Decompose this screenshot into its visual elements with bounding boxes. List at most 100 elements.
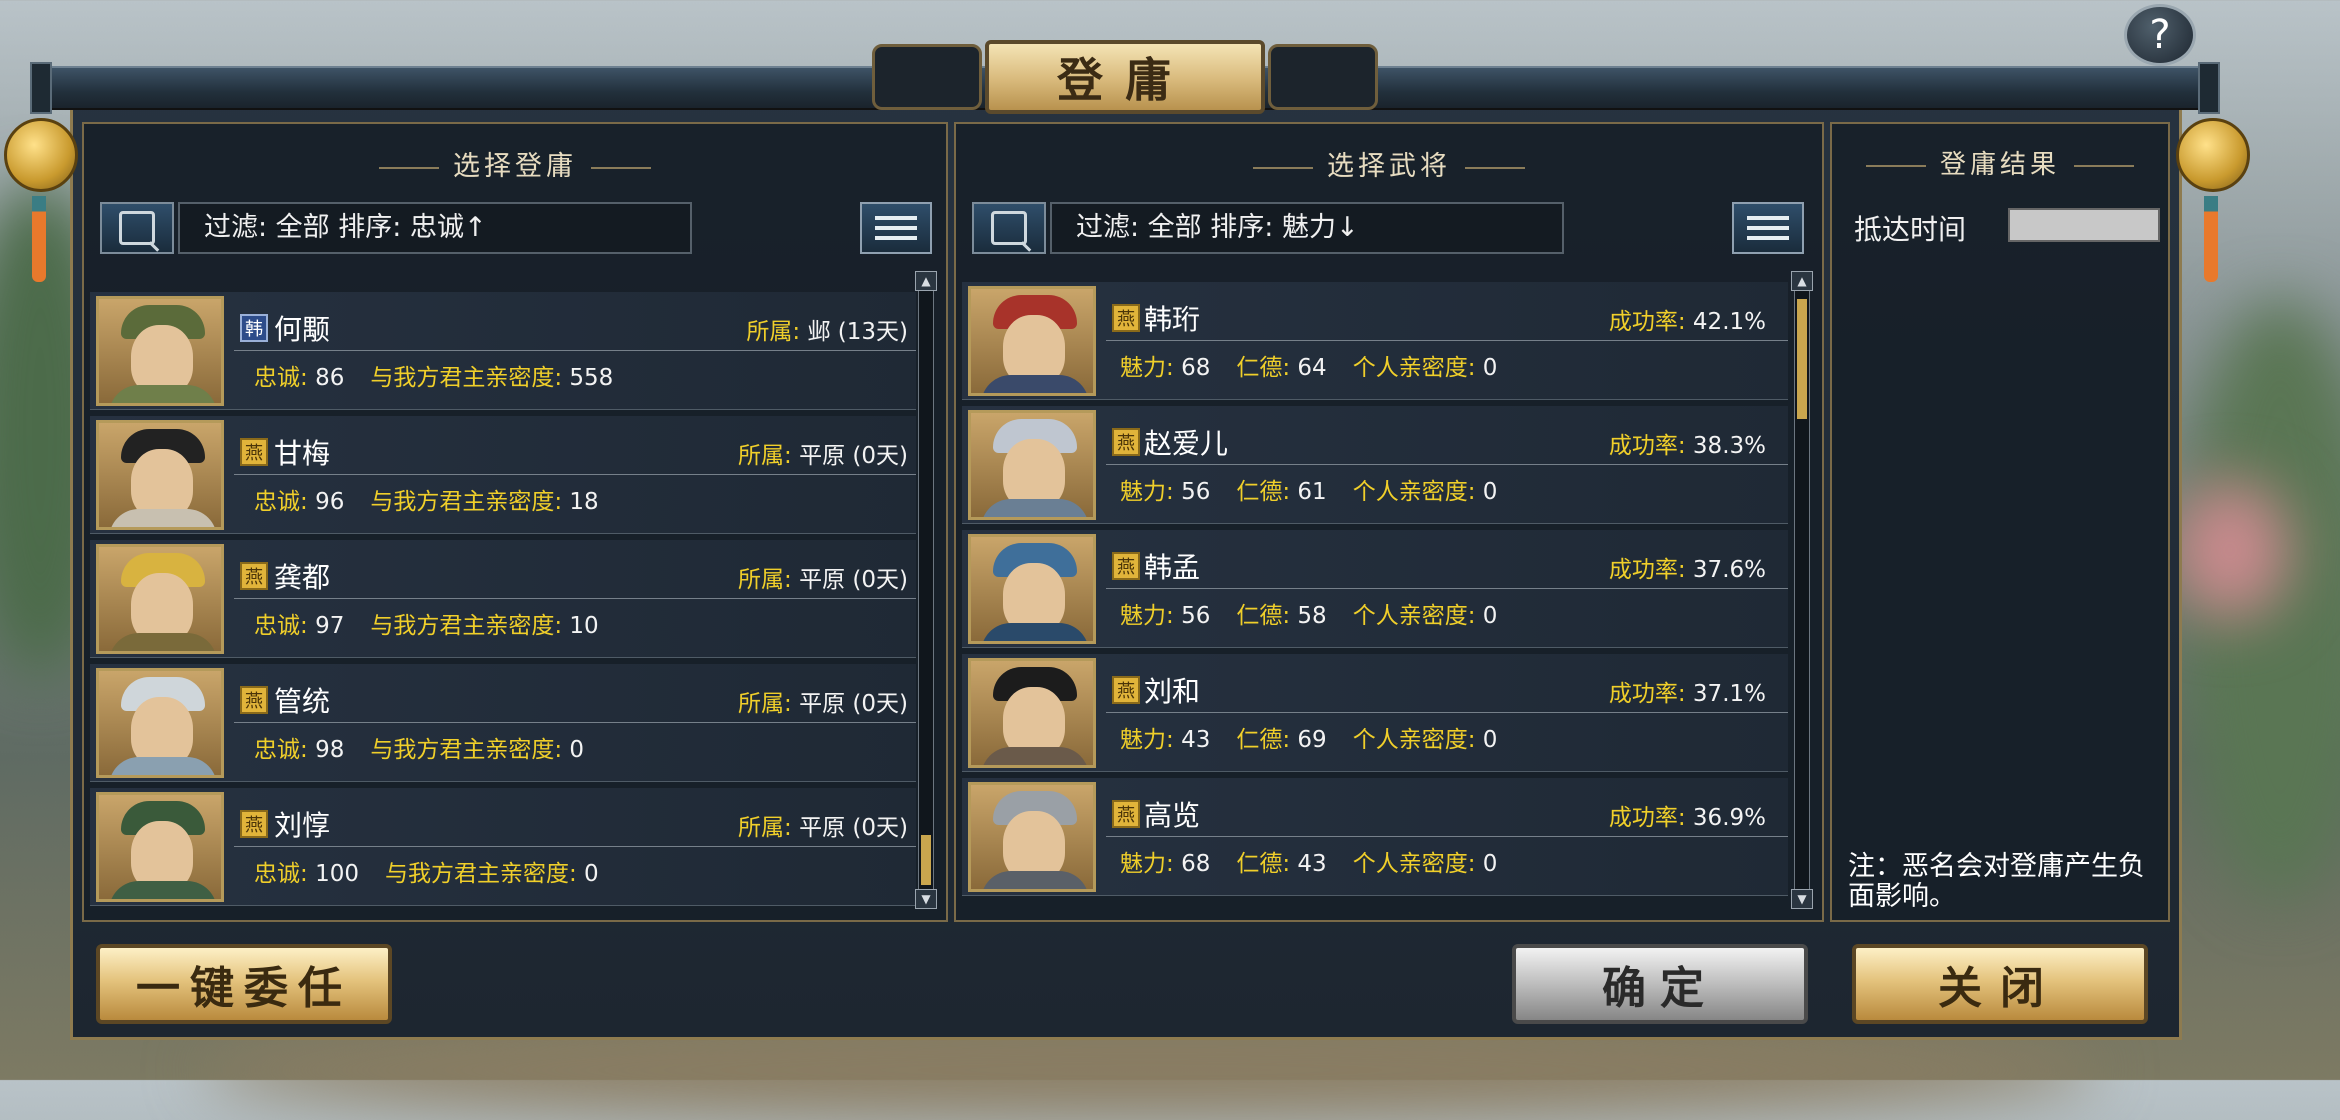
affiliation-label: 所属: — [738, 691, 792, 717]
loyalty-label: 忠诚: — [254, 613, 308, 639]
row-divider — [1106, 588, 1788, 589]
faction-badge: 燕 — [240, 810, 268, 838]
loyalty-value: 97 — [315, 613, 345, 639]
portrait-robe — [981, 623, 1089, 641]
success-rate-label: 成功率: — [1608, 433, 1686, 459]
filter-sort-text[interactable]: 过滤: 全部 排序: 魅力↓ — [1050, 202, 1564, 254]
recruit-target-list[interactable]: 韩何颙 所属: 邺 (13天) 忠诚: 86 与我方君主亲密度: 558 燕甘梅 所属: … — [90, 270, 916, 908]
ornament-tassel-right — [2204, 196, 2218, 282]
virtue-value: 43 — [1297, 851, 1327, 877]
virtue-value: 61 — [1297, 479, 1327, 505]
faction-badge: 燕 — [240, 562, 268, 590]
scroll-up-icon[interactable]: ▲ — [1791, 271, 1813, 291]
intimacy-value: 0 — [569, 737, 585, 763]
filter-bar: 过滤: 全部 排序: 魅力↓ — [972, 202, 1582, 254]
table-row[interactable]: 燕刘惇 所属: 平原 (0天) 忠诚: 100 与我方君主亲密度: 0 — [90, 788, 916, 906]
scroll-thumb[interactable] — [1797, 299, 1807, 419]
middle-scrollbar[interactable]: ▲ ▼ — [1791, 271, 1813, 909]
table-row[interactable]: 燕高览 成功率: 36.9% 魅力: 68 仁德: 43 个人亲密度: 0 — [962, 778, 1788, 896]
success-rate-value: 37.1% — [1692, 681, 1766, 707]
list-menu-button[interactable] — [860, 202, 932, 254]
affiliation: 所属: 平原 (0天) — [738, 436, 908, 470]
success-rate-label: 成功率: — [1608, 557, 1686, 583]
filter-sort-text[interactable]: 过滤: 全部 排序: 忠诚↑ — [178, 202, 692, 254]
intimacy-label: 与我方君主亲密度: — [384, 861, 577, 887]
officer-stats: 忠诚: 96 与我方君主亲密度: 18 — [254, 482, 599, 516]
table-row[interactable]: 韩何颙 所属: 邺 (13天) 忠诚: 86 与我方君主亲密度: 558 — [90, 292, 916, 410]
search-filter-button[interactable] — [100, 202, 174, 254]
table-row[interactable]: 燕甘梅 所属: 平原 (0天) 忠诚: 96 与我方君主亲密度: 18 — [90, 416, 916, 534]
officer-select-panel: 选择武将 过滤: 全部 排序: 魅力↓ 燕韩珩 成功率: 42.1% 魅力: 68 仁… — [954, 122, 1824, 922]
auto-assign-button[interactable]: 一键委任 — [96, 944, 392, 1024]
success-rate-value: 42.1% — [1692, 309, 1766, 335]
table-row[interactable]: 燕管统 所属: 平原 (0天) 忠诚: 98 与我方君主亲密度: 0 — [90, 664, 916, 782]
confirm-button[interactable]: 确定 — [1512, 944, 1808, 1024]
officer-stats: 忠诚: 86 与我方君主亲密度: 558 — [254, 358, 613, 392]
faction-badge-text: 燕 — [245, 567, 263, 588]
intimacy-value: 10 — [569, 613, 599, 639]
recruit-note: 注：恶名会对登庸产生负面影响。 — [1848, 851, 2145, 912]
title-ornament-left — [872, 44, 982, 110]
affiliation: 所属: 邺 (13天) — [746, 312, 908, 346]
officer-name: 高览 — [1144, 799, 1201, 832]
virtue-label: 仁德: — [1236, 479, 1291, 505]
virtue-label: 仁德: — [1236, 727, 1291, 753]
affiliation-value: 平原 (0天) — [799, 443, 908, 469]
row-divider — [1106, 464, 1788, 465]
charm-label: 魅力: — [1120, 479, 1174, 505]
officer-name: 龚都 — [274, 561, 331, 594]
intimacy-value: 558 — [569, 365, 614, 391]
row-divider — [1106, 712, 1788, 713]
portrait-robe — [109, 633, 217, 651]
faction-badge: 燕 — [1112, 552, 1140, 580]
portrait-robe — [981, 747, 1089, 765]
recruit-result-panel: 登庸结果 抵达时间 注：恶名会对登庸产生负面影响。 — [1830, 122, 2170, 922]
ornament-tassel-left — [32, 196, 46, 282]
officer-portrait — [96, 296, 224, 406]
close-button[interactable]: 关闭 — [1852, 944, 2148, 1024]
officer-stats: 魅力: 56 仁德: 58 个人亲密度: 0 — [1120, 596, 1497, 630]
background-blossom — [2170, 480, 2290, 620]
charm-label: 魅力: — [1120, 603, 1174, 629]
table-row[interactable]: 燕韩珩 成功率: 42.1% 魅力: 68 仁德: 64 个人亲密度: 0 — [962, 282, 1788, 400]
table-row[interactable]: 燕刘和 成功率: 37.1% 魅力: 43 仁德: 69 个人亲密度: 0 — [962, 654, 1788, 772]
officer-list[interactable]: 燕韩珩 成功率: 42.1% 魅力: 68 仁德: 64 个人亲密度: 0 燕赵爱儿 成功率… — [962, 270, 1788, 908]
personal-intimacy-label: 个人亲密度: — [1352, 479, 1476, 505]
affiliation: 所属: 平原 (0天) — [738, 560, 908, 594]
officer-stats: 魅力: 68 仁德: 64 个人亲密度: 0 — [1120, 348, 1497, 382]
search-filter-button[interactable] — [972, 202, 1046, 254]
intimacy-label: 与我方君主亲密度: — [370, 365, 563, 391]
virtue-label: 仁德: — [1236, 603, 1291, 629]
table-row[interactable]: 燕韩孟 成功率: 37.6% 魅力: 56 仁德: 58 个人亲密度: 0 — [962, 530, 1788, 648]
affiliation-value: 平原 (0天) — [799, 691, 908, 717]
scroll-rod-end-right — [2198, 62, 2220, 114]
virtue-value: 58 — [1297, 603, 1327, 629]
scroll-down-icon[interactable]: ▼ — [1791, 889, 1813, 909]
charm-value: 68 — [1181, 355, 1211, 381]
list-menu-button[interactable] — [1732, 202, 1804, 254]
officer-name: 刘惇 — [274, 809, 331, 842]
row-divider — [1106, 340, 1788, 341]
virtue-label: 仁德: — [1236, 355, 1291, 381]
faction-badge: 燕 — [240, 686, 268, 714]
personal-intimacy-label: 个人亲密度: — [1352, 851, 1476, 877]
officer-name: 刘和 — [1144, 675, 1201, 708]
scroll-up-icon[interactable]: ▲ — [915, 271, 937, 291]
personal-intimacy-value: 0 — [1482, 603, 1498, 629]
list-icon-line — [1747, 226, 1789, 230]
table-row[interactable]: 燕龚都 所属: 平原 (0天) 忠诚: 97 与我方君主亲密度: 10 — [90, 540, 916, 658]
panel-title: 选择武将 — [956, 144, 1822, 183]
portrait-robe — [109, 757, 217, 775]
faction-badge-text: 燕 — [245, 443, 263, 464]
table-row[interactable]: 燕赵爱儿 成功率: 38.3% 魅力: 56 仁德: 61 个人亲密度: 0 — [962, 406, 1788, 524]
left-scrollbar[interactable]: ▲ ▼ — [915, 271, 937, 909]
affiliation-value: 邺 (13天) — [807, 319, 908, 345]
scroll-down-icon[interactable]: ▼ — [915, 889, 937, 909]
scroll-thumb[interactable] — [921, 835, 931, 885]
officer-stats: 魅力: 43 仁德: 69 个人亲密度: 0 — [1120, 720, 1497, 754]
loyalty-value: 86 — [315, 365, 345, 391]
arrival-time-field — [2008, 208, 2160, 242]
personal-intimacy-value: 0 — [1482, 355, 1498, 381]
personal-intimacy-value: 0 — [1482, 851, 1498, 877]
help-button[interactable]: ? — [2124, 4, 2196, 66]
